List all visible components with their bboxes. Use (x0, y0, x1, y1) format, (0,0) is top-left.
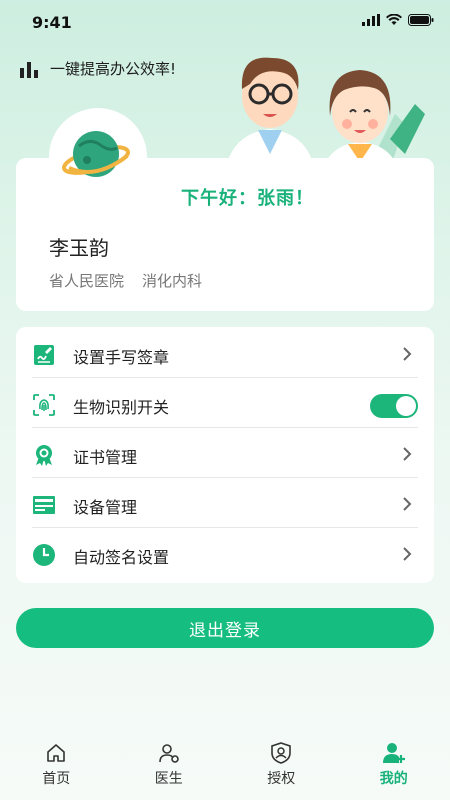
department-name: 消化内科 (142, 272, 203, 290)
tab-label: 我的 (379, 771, 408, 787)
home-icon (47, 744, 66, 762)
greeting: 下午好：张雨！ (181, 188, 314, 209)
planet-icon (62, 131, 130, 177)
divider (32, 377, 418, 378)
user-organization: 省人民医院 消化内科 (49, 270, 202, 291)
status-icons (362, 14, 434, 26)
device-icon (33, 496, 55, 514)
menu-item-certificate[interactable]: 证书管理 (16, 430, 434, 480)
tab-authorize[interactable]: 授权 (225, 730, 338, 800)
tab-home[interactable]: 首页 (0, 730, 113, 800)
biometric-toggle[interactable] (370, 394, 418, 418)
slogan: 一键提高办公效率! (20, 58, 176, 79)
tab-doctor[interactable]: 医生 (113, 730, 226, 800)
doctors-illustration (225, 57, 425, 174)
menu-item-label: 设备管理 (73, 498, 138, 517)
tab-label: 授权 (267, 771, 296, 787)
chevron-right-icon (403, 347, 412, 361)
fingerprint-icon (33, 394, 55, 416)
menu-item-label: 生物识别开关 (73, 398, 170, 417)
battery-icon (408, 14, 434, 26)
tab-mine[interactable]: 我的 (338, 730, 450, 800)
tab-label: 医生 (154, 771, 183, 787)
bar-chart-icon (20, 61, 38, 78)
doctor-icon (158, 744, 179, 763)
profile-icon (382, 743, 405, 763)
status-bar: 9:41 (0, 0, 450, 44)
settings-menu: 设置手写签章 生物识别开关 证书管理 设备管理 自动签名设置 (16, 327, 434, 583)
avatar[interactable] (49, 108, 147, 206)
slogan-text: 一键提高办公效率! (50, 60, 177, 78)
menu-item-label: 自动签名设置 (73, 548, 170, 567)
tab-label: 首页 (42, 771, 71, 787)
menu-item-auto-sign[interactable]: 自动签名设置 (16, 530, 434, 580)
chevron-right-icon (403, 447, 412, 461)
toggle-knob (396, 396, 416, 416)
certificate-icon (36, 445, 52, 466)
logout-button[interactable]: 退出登录 (16, 608, 434, 648)
divider (32, 477, 418, 478)
wifi-icon (386, 14, 402, 25)
divider (32, 527, 418, 528)
clock-icon (33, 544, 55, 566)
menu-item-handwritten-seal[interactable]: 设置手写签章 (16, 330, 434, 380)
menu-item-label: 设置手写签章 (73, 348, 170, 367)
menu-item-biometric: 生物识别开关 (16, 380, 434, 430)
hospital-name: 省人民医院 (49, 272, 125, 290)
divider (32, 427, 418, 428)
status-time: 9:41 (32, 13, 72, 32)
chevron-right-icon (403, 547, 412, 561)
bottom-tab-bar: 首页 医生 授权 我的 (0, 730, 450, 800)
menu-item-label: 证书管理 (73, 448, 138, 467)
authorize-icon (271, 742, 292, 764)
signature-icon (34, 345, 54, 365)
signal-icon (362, 14, 380, 26)
user-name: 李玉韵 (49, 236, 109, 260)
menu-item-device[interactable]: 设备管理 (16, 480, 434, 530)
chevron-right-icon (403, 497, 412, 511)
